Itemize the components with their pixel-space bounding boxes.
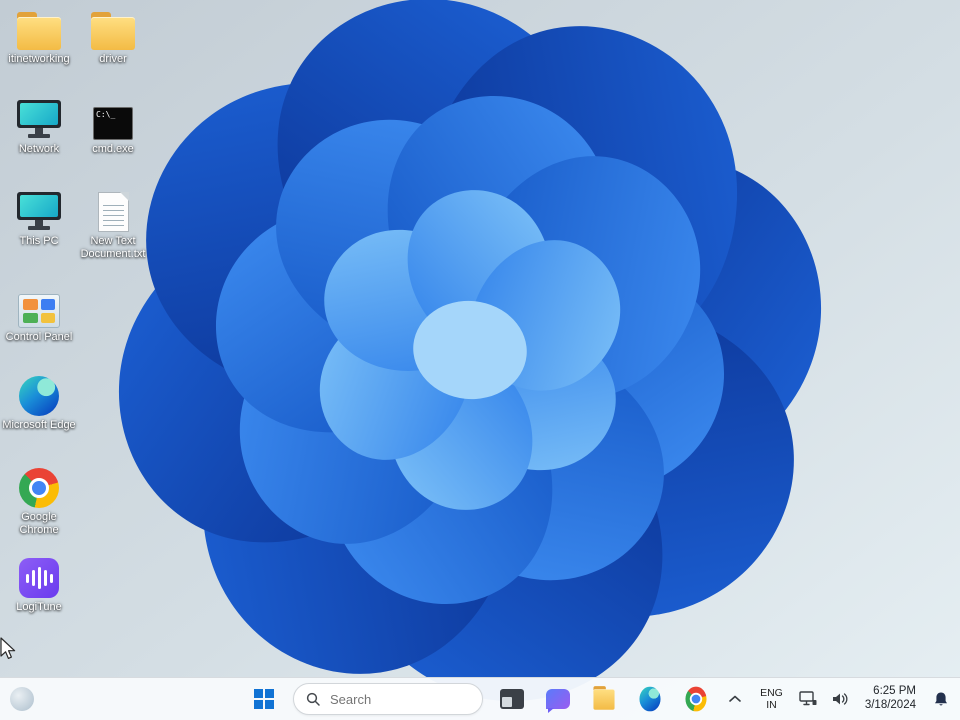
tray-time: 6:25 PM [873,685,916,698]
search-input[interactable] [328,690,442,708]
taskbar-chat-button[interactable] [541,682,575,716]
icon-label: cmd.exe [92,143,134,155]
tray-network-button[interactable] [797,686,819,712]
icon-label: Network [18,143,60,155]
file-explorer-icon [593,685,615,710]
region-code: IN [766,699,777,711]
chevron-up-icon [729,695,741,702]
clock[interactable]: 6:25 PM 3/18/2024 [861,683,920,715]
tray-volume-button[interactable] [829,686,851,712]
edge-icon [639,686,661,712]
network-monitor-icon [17,98,61,140]
tray-notifications-button[interactable] [930,686,952,712]
notification-bell-icon [935,692,947,706]
language-code: ENG [760,686,783,699]
app-window-icon [500,689,524,709]
taskbar-app-window-button[interactable] [495,682,529,716]
taskbar-search-box[interactable] [293,683,483,715]
icon-label: driver [99,53,127,65]
search-icon [306,692,320,706]
icon-label: LogiTune [16,601,62,613]
edge-icon [19,374,59,416]
desktop-icon-driver[interactable]: driver [76,8,150,66]
text-document-icon [97,190,129,232]
desktop-icon-google-chrome[interactable]: Google Chrome [2,466,76,536]
chrome-icon [19,466,59,508]
desktop-icon-network[interactable]: Network [2,98,76,156]
tray-overflow-chevron[interactable] [724,686,746,712]
taskbar-file-explorer-button[interactable] [587,682,621,716]
icon-label: This PC [19,235,59,247]
cmd-terminal-icon: C:\_ [93,98,133,140]
folder-icon [91,8,135,50]
logitune-icon [19,556,59,598]
windows-desktop: { "desktop": { "icons": [ {"label": "iti… [0,0,960,720]
start-button[interactable] [247,682,281,716]
this-pc-monitor-icon [17,190,61,232]
control-panel-icon [18,286,60,328]
desktop-icon-itinetworking[interactable]: itinetworking [2,8,76,66]
windows-logo-icon [254,689,274,709]
taskbar-corner-widget-icon[interactable] [10,687,34,711]
taskbar-system-tray: ENG IN 6:25 PM 3/18/2024 [724,678,952,720]
network-ethernet-icon [799,691,817,706]
taskbar-edge-button[interactable] [633,682,667,716]
desktop-icon-new-text-document[interactable]: New Text Document.txt [76,190,150,260]
icon-label: Control Panel [5,331,73,343]
icon-label: Microsoft Edge [2,419,76,431]
taskbar-chrome-button[interactable] [679,682,713,716]
icon-label: New Text Document.txt [80,235,146,260]
icon-label: itinetworking [8,53,70,65]
desktop-icon-this-pc[interactable]: This PC [2,190,76,248]
desktop-icon-microsoft-edge[interactable]: Microsoft Edge [2,374,76,432]
chrome-icon [685,686,707,712]
language-indicator[interactable]: ENG IN [756,685,787,713]
desktop-icon-cmd[interactable]: C:\_ cmd.exe [76,98,150,156]
desktop-icon-logitune[interactable]: LogiTune [2,556,76,614]
taskbar-center-group [247,678,713,720]
tray-date: 3/18/2024 [864,699,916,711]
chat-icon [546,689,570,713]
folder-icon [17,8,61,50]
speaker-icon [832,693,848,705]
desktop-icon-control-panel[interactable]: Control Panel [2,286,76,344]
taskbar: ENG IN 6:25 PM 3/18/2024 [0,677,960,720]
icon-label: Google Chrome [19,511,59,536]
